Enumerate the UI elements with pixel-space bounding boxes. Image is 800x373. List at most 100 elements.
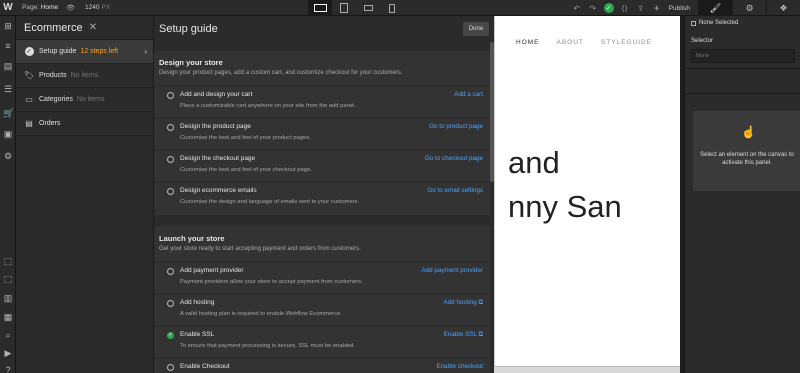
done-button[interactable]: Done [463,22,489,36]
ecommerce-panel: Ecommerce ✕ ✓ Setup guide 12 steps left … [16,16,154,373]
tablet-breakpoint-icon[interactable] [332,0,356,16]
navigator-icon[interactable]: ≡ [3,41,13,51]
ecom-item-products[interactable]: 🏷 Products No items [16,64,153,88]
hero-heading-line2[interactable]: nny San [508,189,622,225]
design-store-card: Design your store Design your product pa… [154,51,490,215]
hero-heading-line1[interactable]: and [508,145,560,181]
breakpoint-switcher [308,0,404,16]
nav-link-styleguide[interactable]: STYLEGUIDE [601,39,652,46]
setup-guide-header: Setup guide Done [154,16,494,42]
saved-check-icon: ✓ [603,3,614,13]
webflow-logo[interactable]: W [0,0,16,16]
hint-text: Select an element on the canvas to activ… [700,152,794,166]
interactions-icon[interactable]: ❖ [766,0,800,16]
publish-button[interactable]: Publish [669,5,690,12]
receipt-icon: ▤ [25,119,33,128]
canvas-width-unit: PX [101,4,111,11]
task-description: Customize the look and feel of your prod… [180,135,311,141]
ecommerce-panel-title: Ecommerce [24,21,83,34]
page-label: Page: [22,4,39,11]
element-square-icon [691,20,696,26]
task-radio[interactable] [167,156,174,163]
canvas-width-value: 1240 [85,4,100,11]
task-title: Enable SSL [180,331,215,338]
pages-icon[interactable]: ▤ [3,61,13,71]
barcode-icon[interactable]: ▥ [3,293,13,303]
design-canvas[interactable]: HOME ABOUT STYLEGUIDE and nny San [494,16,680,366]
task-row: Add and design your cart Place a customi… [154,85,490,117]
ecom-item-label: Categories [39,96,73,103]
redo-icon[interactable]: ↷ [585,0,601,16]
page-selector[interactable]: Page: Home [22,4,58,11]
layout-icon[interactable]: ▦ [3,312,13,322]
left-toolbar: ⊞ ≡ ▤ ☰ 🛒 ▣ ⚙ ⬚ ⬚ ▥ ▦ ⌕ ▶ ? [0,16,16,373]
task-link[interactable]: Enable checkout [436,363,483,370]
nav-link-home[interactable]: HOME [516,39,540,46]
assets-icon[interactable]: ▣ [3,129,13,139]
ecom-item-label: Products [39,72,67,79]
ecom-item-orders[interactable]: ▤ Orders [16,112,153,136]
task-row: Design the checkout page Customize the l… [154,149,490,181]
task-row: Add payment provider Payment providers a… [154,261,490,293]
task-link[interactable]: Add a cart [454,91,483,98]
select-tool-icon[interactable]: ⬚ [3,256,13,266]
task-link[interactable]: Go to checkout page [425,155,483,162]
section-subtitle: Design your product pages, add a custom … [159,70,403,76]
close-icon[interactable]: ✕ [89,22,97,33]
item-count-note: No items [70,72,99,79]
video-tutorial-icon[interactable]: ▶ [3,348,13,358]
task-link[interactable]: Add payment provider [421,267,483,274]
canvas-width: 1240 PX [85,4,110,11]
help-icon[interactable]: ? [3,365,13,373]
share-icon[interactable]: ⇪ [633,0,649,16]
task-radio[interactable] [167,300,174,307]
folder-icon: ▭ [25,95,33,104]
settings-icon[interactable]: ⚙ [3,151,13,161]
site-nav: HOME ABOUT STYLEGUIDE [516,39,669,46]
task-link[interactable]: Go to email settings [427,187,483,194]
component-select-icon[interactable]: ⬚ [3,274,13,284]
none-selected-label: None Selected [699,20,739,26]
ecom-item-setup-guide[interactable]: ✓ Setup guide 12 steps left › [16,40,153,64]
preview-eye-icon[interactable]: 👁 [66,4,75,12]
launch-store-card: Launch your store Get your store ready t… [154,226,490,373]
pointer-hand-icon: ☝ [741,125,756,139]
publish-rocket-icon[interactable]: ✈ [649,0,665,16]
task-radio[interactable] [167,364,174,371]
ecom-item-categories[interactable]: ▭ Categories No items [16,88,153,112]
task-title: Add and design your cart [180,91,253,98]
empty-selection-hint: ☝ Select an element on the canvas to act… [693,111,800,191]
task-link[interactable]: Enable SSL ⧉ [444,331,483,339]
selector-label: Selector [691,38,714,44]
task-row: Design the product page Customize the lo… [154,117,490,149]
settings-gear-icon[interactable]: ⚙ [732,0,766,16]
task-radio[interactable] [167,268,174,275]
task-row: Design ecommerce emails Customize the de… [154,181,490,213]
code-export-icon[interactable]: ⟨⟩ [617,0,633,16]
selector-input[interactable]: None [691,49,795,63]
undo-icon[interactable]: ↶ [569,0,585,16]
nav-link-about[interactable]: ABOUT [557,39,584,46]
cms-database-icon[interactable]: ☰ [3,84,13,94]
task-radio[interactable] [167,124,174,131]
task-radio[interactable] [167,92,174,99]
add-panel-icon[interactable]: ⊞ [3,21,13,31]
task-radio[interactable] [167,188,174,195]
task-title: Add payment provider [180,267,244,274]
ecommerce-cart-icon[interactable]: 🛒 [3,108,14,118]
mobile-portrait-breakpoint-icon[interactable] [380,0,404,16]
task-title: Add hosting [180,299,215,306]
task-link[interactable]: Go to product page [429,123,483,130]
search-icon[interactable]: ⌕ [3,330,13,340]
style-panel-brush-icon[interactable]: 🖌 [698,0,732,16]
canvas-horizontal-scrollbar[interactable] [494,366,680,373]
topbar-right: ↶ ↷ ✓ ⟨⟩ ⇪ ✈ Publish 🖌 ⚙ ❖ [569,0,800,16]
task-title: Enable Checkout [180,363,230,370]
ecom-item-label: Setup guide [39,48,77,55]
mobile-landscape-breakpoint-icon[interactable] [356,0,380,16]
section-title: Launch your store [159,234,225,243]
desktop-breakpoint-icon[interactable] [308,0,332,16]
task-link[interactable]: Add hosting ⧉ [443,299,483,307]
chevron-right-icon: › [144,47,147,56]
completed-check-icon[interactable]: ✓ [167,332,174,339]
